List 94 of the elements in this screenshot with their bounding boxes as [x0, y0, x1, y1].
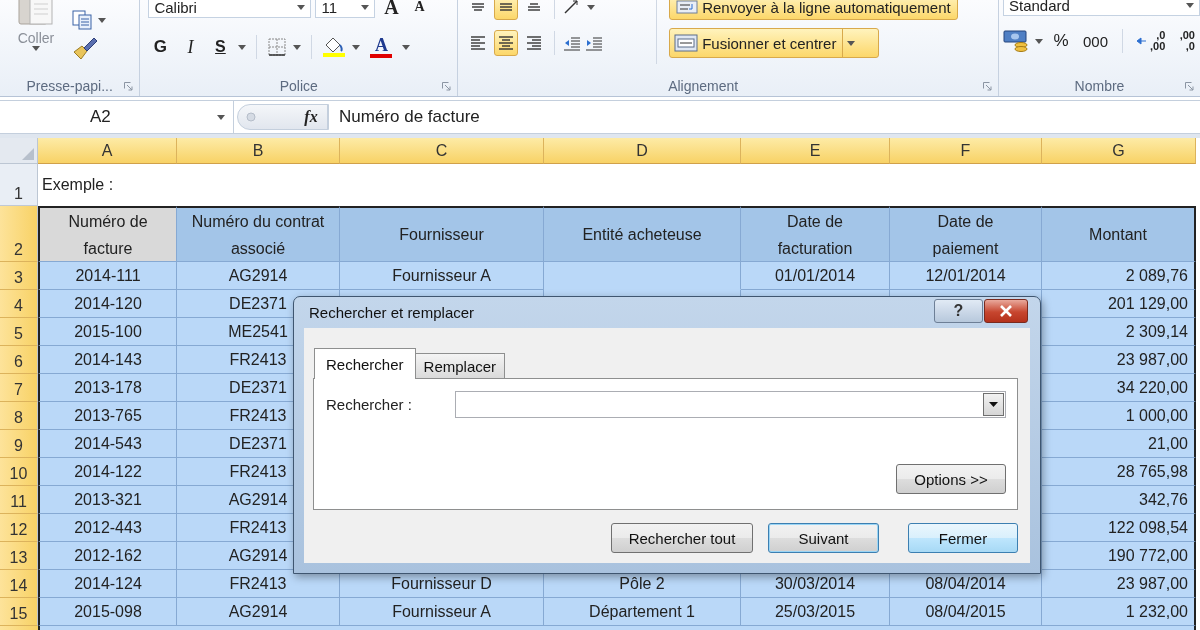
table-cell[interactable]: 08/04/2015 — [890, 598, 1042, 626]
row-header[interactable]: 14 — [0, 570, 38, 598]
table-cell[interactable]: 25/03/2015 — [741, 598, 890, 626]
font-name-dropdown[interactable]: Calibri — [148, 0, 312, 18]
grow-font-button[interactable]: A — [379, 0, 404, 20]
table-cell[interactable]: 12/01/2014 — [890, 262, 1042, 290]
row-header[interactable]: 9 — [0, 430, 38, 458]
dialog-tab[interactable]: Rechercher — [314, 348, 416, 379]
row-header[interactable]: 11 — [0, 486, 38, 514]
column-header[interactable]: B — [177, 138, 340, 164]
table-cell[interactable]: 342,76 — [1042, 486, 1196, 514]
dialog-tab[interactable]: Remplacer — [414, 353, 506, 378]
table-cell[interactable]: 2014-111 — [38, 262, 177, 290]
italic-button[interactable]: I — [178, 34, 203, 60]
font-size-dropdown[interactable]: 11 — [315, 0, 376, 18]
row-header[interactable]: 3 — [0, 262, 38, 290]
column-header[interactable]: E — [741, 138, 890, 164]
column-header[interactable]: C — [340, 138, 544, 164]
group-label: Alignement — [668, 78, 739, 94]
table-header-cell[interactable]: Date de paiement — [890, 206, 1042, 262]
number-format-dropdown[interactable]: Standard — [1003, 0, 1200, 16]
row-header[interactable]: 10 — [0, 458, 38, 486]
table-cell[interactable]: 34 220,00 — [1042, 374, 1196, 402]
column-header[interactable]: A — [38, 138, 177, 164]
merge-center-button[interactable]: Fusionner et centrer — [669, 28, 880, 58]
table-cell[interactable]: AG2914 — [177, 262, 340, 290]
wrap-text-button[interactable]: Renvoyer à la ligne automatiquement — [669, 0, 958, 20]
shrink-font-button[interactable]: A — [407, 0, 432, 20]
decrease-decimal-button[interactable]: ,00 ,0 — [1175, 28, 1200, 54]
dialog-button[interactable]: Suivant — [768, 523, 879, 553]
name-box[interactable]: A2 — [0, 101, 234, 133]
options-button[interactable]: Options >> — [896, 464, 1006, 494]
table-header-cell[interactable]: Montant — [1042, 206, 1196, 262]
table-cell[interactable]: Département 1 — [544, 598, 741, 626]
table-cell[interactable]: 2014-124 — [38, 570, 177, 598]
percent-button[interactable]: % — [1049, 28, 1073, 54]
increase-decimal-button[interactable]: ,0 ,00 — [1133, 28, 1170, 54]
group-label: Presse-papi... — [26, 78, 113, 94]
table-cell[interactable]: 2013-321 — [38, 486, 177, 514]
row-header[interactable]: 5 — [0, 318, 38, 346]
row-header[interactable]: 13 — [0, 542, 38, 570]
group-label: Police — [279, 78, 318, 94]
table-cell[interactable]: 21,00 — [1042, 430, 1196, 458]
row-header[interactable]: 12 — [0, 514, 38, 542]
table-cell[interactable]: 2013-765 — [38, 402, 177, 430]
table-cell[interactable]: 2014-543 — [38, 430, 177, 458]
table-cell[interactable]: 2014-122 — [38, 458, 177, 486]
help-button[interactable]: ? — [934, 298, 983, 323]
table-cell[interactable]: 2014-120 — [38, 290, 177, 318]
row-header[interactable]: 4 — [0, 290, 38, 318]
column-header[interactable]: F — [890, 138, 1042, 164]
table-cell[interactable]: 23 987,00 — [1042, 346, 1196, 374]
table-cell[interactable]: 122 098,54 — [1042, 514, 1196, 542]
table-cell[interactable]: 2012-162 — [38, 542, 177, 570]
row-header[interactable]: 1 — [0, 164, 38, 206]
group-label: Nombre — [1074, 78, 1125, 94]
table-header-cell[interactable]: Numéro de facture — [38, 206, 177, 262]
bold-button[interactable]: G — [148, 34, 173, 60]
table-cell[interactable]: 2014-143 — [38, 346, 177, 374]
row-header[interactable]: 15 — [0, 598, 38, 626]
sheet-title: Exemple : — [41, 175, 115, 195]
table-cell[interactable]: 2015-100 — [38, 318, 177, 346]
table-header-cell[interactable]: Numéro du contrat associé — [177, 206, 340, 262]
table-cell[interactable]: 01/01/2014 — [741, 262, 890, 290]
table-cell[interactable]: 201 129,00 — [1042, 290, 1196, 318]
table-header-cell[interactable]: Entité acheteuse — [544, 206, 741, 262]
table-cell[interactable]: 23 987,00 — [1042, 570, 1196, 598]
dialog-button[interactable]: Fermer — [908, 523, 1018, 553]
table-header-cell[interactable]: Date de facturation — [741, 206, 890, 262]
formula-field[interactable]: Numéro de facture — [329, 107, 480, 127]
table-cell[interactable]: 190 772,00 — [1042, 542, 1196, 570]
table-cell[interactable]: 1 000,00 — [1042, 402, 1196, 430]
table-cell[interactable]: 2 309,14 — [1042, 318, 1196, 346]
table-cell[interactable]: 2013-178 — [38, 374, 177, 402]
row-header[interactable]: 8 — [0, 402, 38, 430]
column-header[interactable]: G — [1042, 138, 1196, 164]
row-header[interactable]: 6 — [0, 346, 38, 374]
table-cell[interactable]: 1 232,00 — [1042, 598, 1196, 626]
table-cell[interactable]: FR2413 — [177, 570, 340, 598]
underline-button[interactable]: S — [208, 34, 233, 60]
table-cell[interactable]: AG2914 — [177, 598, 340, 626]
dialog-button[interactable]: Rechercher tout — [611, 523, 753, 553]
table-cell[interactable]: 2 089,76 — [1042, 262, 1196, 290]
table-cell[interactable]: 2015-098 — [38, 598, 177, 626]
column-header[interactable]: D — [544, 138, 741, 164]
table-header-cell[interactable]: Fournisseur — [340, 206, 544, 262]
table-cell[interactable]: 28 765,98 — [1042, 458, 1196, 486]
table-cell[interactable]: 2012-443 — [38, 514, 177, 542]
font-color-button[interactable]: A — [366, 34, 397, 60]
table-cell[interactable]: Fournisseur A — [340, 598, 544, 626]
table-cell[interactable]: Fournisseur A — [340, 262, 544, 290]
thousands-button[interactable]: 000 — [1079, 28, 1113, 54]
row-header[interactable]: 7 — [0, 374, 38, 402]
row-header[interactable]: 2 — [0, 206, 38, 262]
